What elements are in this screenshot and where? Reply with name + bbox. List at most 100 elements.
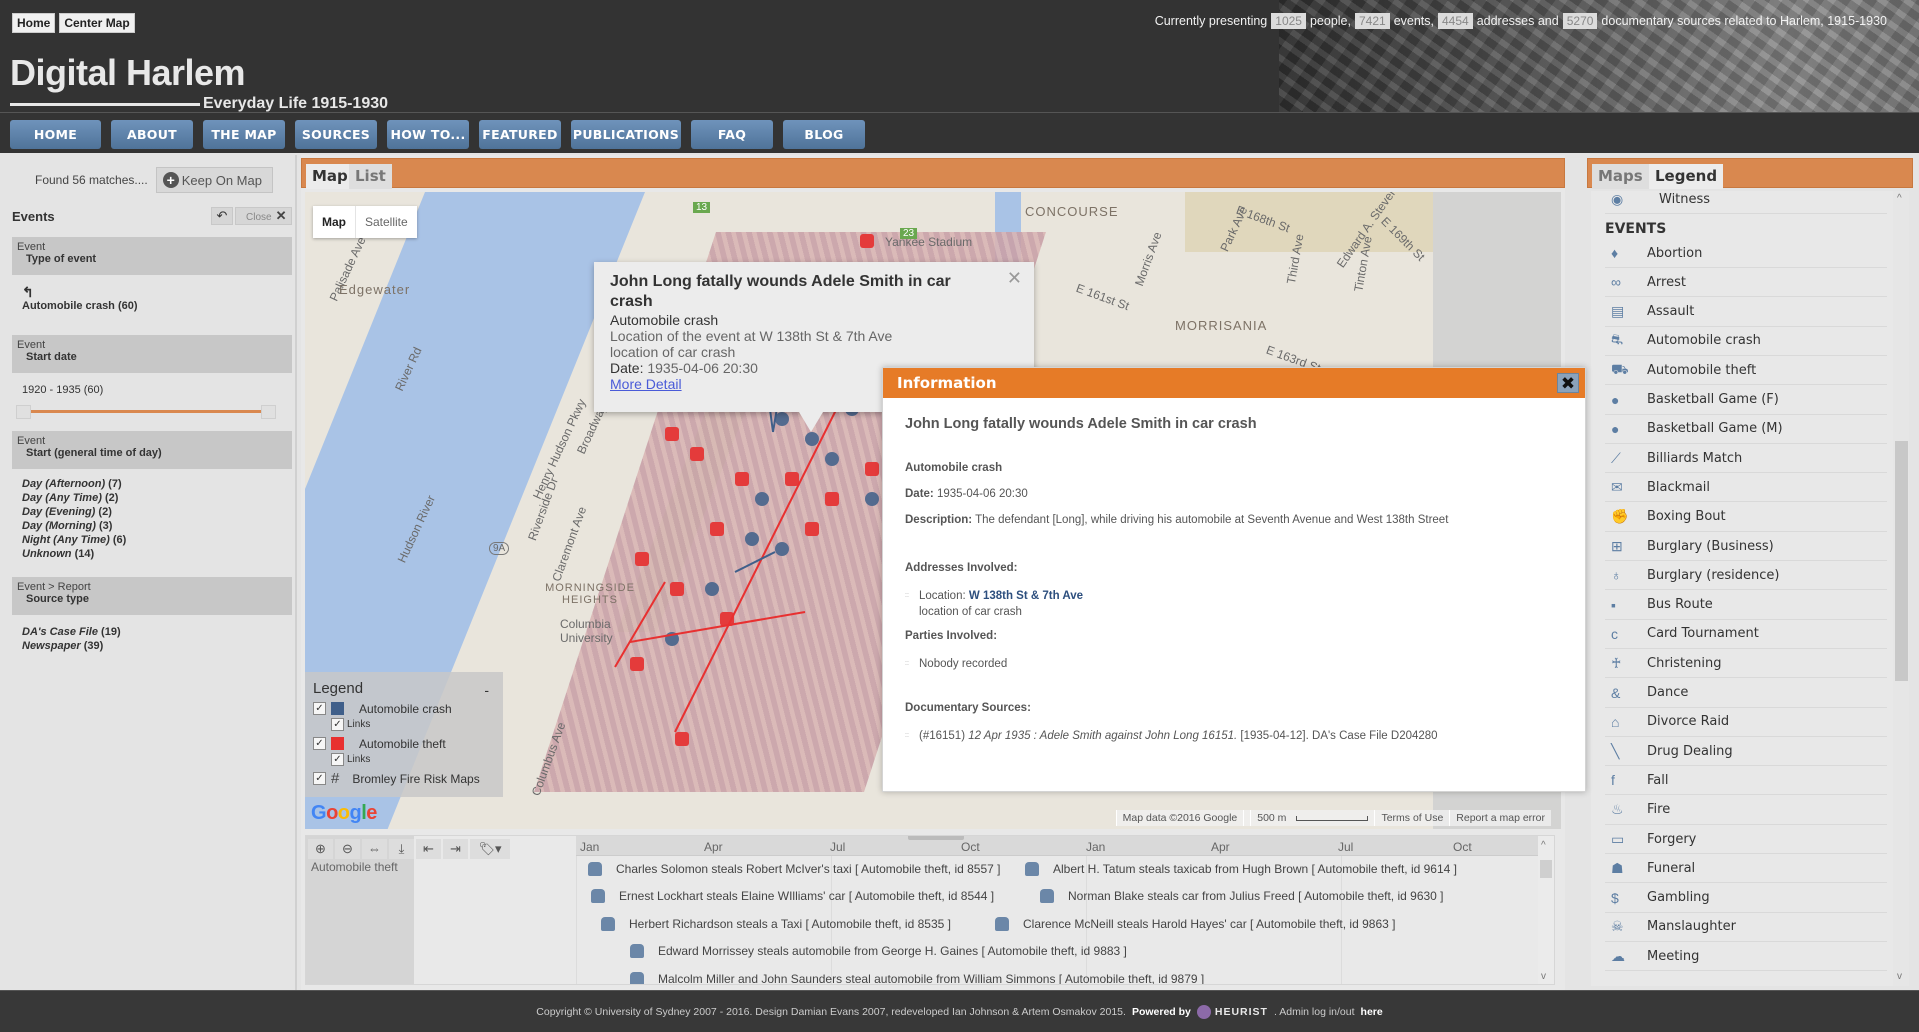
undo-icon[interactable]: ↶ (211, 207, 233, 225)
nav-sources[interactable]: SOURCES (295, 120, 377, 149)
timeline-scrollbar[interactable]: ^ v (1538, 836, 1554, 984)
facet-value[interactable]: Day (Morning) (3) (22, 519, 126, 533)
timeline-axis[interactable]: Jan Apr Jul Oct Jan Apr Jul Oct (576, 836, 1538, 856)
nav-the-map[interactable]: THE MAP (203, 120, 285, 149)
legend-item[interactable]: ⛟ Automobile theft (1605, 356, 1887, 386)
zoom-out-icon[interactable]: ⊖ (335, 839, 360, 859)
tab-map[interactable]: Map (306, 164, 354, 189)
timeline[interactable]: Automobile theft Jan Apr Jul Oct Jan Apr… (305, 835, 1555, 985)
timeline-item[interactable]: Clarence McNeill steals Harold Hayes' ca… (995, 917, 1395, 931)
legend-item[interactable]: $ Gambling (1605, 884, 1887, 913)
scroll-up-icon[interactable]: ^ (1897, 193, 1902, 204)
download-icon[interactable]: ⤓ (389, 839, 414, 859)
legend-item[interactable]: ♦ Abortion (1605, 239, 1887, 268)
slider-min-handle[interactable] (16, 405, 31, 419)
nav-featured[interactable]: FEATURED (479, 120, 561, 149)
legend-item[interactable]: f Fall (1605, 766, 1887, 796)
home-link[interactable]: Home (12, 13, 56, 33)
legend-item[interactable]: ✉ Blackmail (1605, 473, 1887, 503)
facet-value[interactable]: DA's Case File (19) (22, 625, 121, 639)
facet-value[interactable]: Newspaper (39) (22, 639, 121, 653)
scroll-up-icon[interactable]: ^ (1541, 840, 1546, 851)
nav-faq[interactable]: FAQ (691, 120, 773, 149)
slider-max-handle[interactable] (261, 405, 276, 419)
go-start-icon[interactable]: ⇤ (416, 839, 441, 859)
legend-item[interactable]: ☁ Meeting (1605, 942, 1887, 972)
legend-item[interactable]: ● Basketball Game (F) (1605, 386, 1887, 415)
heurist-logo[interactable]: HEURIST (1196, 1004, 1268, 1019)
legend-item[interactable]: ⊞ Burglary (Business) (1605, 532, 1887, 561)
legend-item[interactable]: ● Basketball Game (M) (1605, 415, 1887, 444)
links-checkbox[interactable]: ✓ (331, 752, 344, 766)
tab-list[interactable]: List (349, 164, 392, 189)
legend-item[interactable]: ∞ Arrest (1605, 268, 1887, 298)
layer-checkbox[interactable]: ✓ (313, 772, 326, 785)
legend-item[interactable]: ⛐ Automobile crash (1605, 327, 1887, 356)
keep-on-map-button[interactable]: + Keep On Map (155, 167, 273, 193)
more-detail-link[interactable]: More Detail (610, 376, 682, 392)
map-type-map[interactable]: Map (313, 206, 355, 238)
nav-how-to[interactable]: HOW TO... (387, 120, 469, 149)
scroll-down-icon[interactable]: v (1541, 971, 1546, 982)
legend-item[interactable]: ♰ Christening (1605, 649, 1887, 679)
legend-item[interactable]: ☗ Funeral (1605, 854, 1887, 884)
timeline-item[interactable]: Edward Morrissey steals automobile from … (630, 944, 1127, 958)
timeline-item[interactable]: Albert H. Tatum steals taxicab from Hugh… (1025, 862, 1457, 876)
fit-width-icon[interactable]: ⇔ (362, 839, 387, 859)
layer-checkbox[interactable]: ✓ (313, 702, 326, 715)
legend-item[interactable]: ☠ Manslaughter (1605, 913, 1887, 942)
zoom-in-icon[interactable]: ⊕ (308, 839, 333, 859)
timeline-item[interactable]: Ernest Lockhart steals Elaine WIlliams' … (591, 889, 994, 903)
address-link[interactable]: W 138th St & 7th Ave (969, 590, 1083, 602)
minimize-legend-button[interactable]: - (484, 682, 489, 698)
legend-item[interactable]: ⟋ Billiards Match (1605, 444, 1887, 474)
facet-value[interactable]: Automobile crash (60) (22, 299, 138, 313)
legend-item[interactable]: ▪ Bus Route (1605, 591, 1887, 620)
facet-value[interactable]: Day (Any Time) (2) (22, 491, 126, 505)
timeline-item[interactable]: Herbert Richardson steals a Taxi [ Autom… (601, 917, 951, 931)
admin-login-link[interactable]: here (1361, 1006, 1383, 1018)
timeline-item[interactable]: Malcolm Miller and John Saunders steal a… (630, 972, 1204, 984)
go-end-icon[interactable]: ⇥ (443, 839, 468, 859)
facet-value[interactable]: Day (Evening) (2) (22, 505, 126, 519)
close-icon[interactable]: ✕ (1007, 268, 1022, 289)
timeline-item[interactable]: Charles Solomon steals Robert McIver's t… (588, 862, 1000, 876)
facet-value[interactable]: Unknown (14) (22, 547, 126, 561)
close-facets-button[interactable]: Close ✕ (235, 207, 292, 225)
terms-link[interactable]: Terms of Use (1374, 810, 1449, 826)
tab-maps[interactable]: Maps (1592, 164, 1649, 189)
close-icon[interactable]: ✖ (1557, 373, 1579, 394)
reset-facet-icon[interactable]: ↰ (22, 285, 138, 299)
nav-publications[interactable]: PUBLICATIONS (571, 120, 681, 149)
scroll-down-icon[interactable]: v (1897, 971, 1902, 982)
legend-item[interactable]: ♨ Fire (1605, 796, 1887, 825)
report-error-link[interactable]: Report a map error (1449, 810, 1551, 826)
legend-item[interactable]: ╲ Drug Dealing (1605, 737, 1887, 767)
date-range-slider[interactable] (16, 405, 276, 419)
legend-item[interactable]: ▤ Assault (1605, 298, 1887, 327)
source-item[interactable]: (#16151) 12 Apr 1935 : Adele Smith again… (905, 728, 1563, 744)
legend-item[interactable]: ⌂ Divorce Raid (1605, 708, 1887, 737)
scroll-thumb[interactable] (1540, 860, 1552, 878)
label-tag-icon[interactable]: 🏷▾ (470, 839, 510, 859)
map-type-satellite[interactable]: Satellite (355, 206, 417, 238)
timeline-item[interactable]: Norman Blake steals car from Julius Free… (1040, 889, 1444, 903)
dialog-titlebar[interactable]: Information ✖ (883, 368, 1585, 398)
nav-home[interactable]: HOME (10, 120, 101, 149)
layer-checkbox[interactable]: ✓ (313, 737, 326, 750)
nav-blog[interactable]: BLOG (783, 120, 865, 149)
legend-scrollbar[interactable]: ^ v (1893, 191, 1909, 986)
facet-value[interactable]: Day (Afternoon) (7) (22, 477, 126, 491)
center-map-link[interactable]: Center Map (59, 13, 135, 33)
legend-item[interactable]: ▭ Forgery (1605, 825, 1887, 854)
legend-item[interactable]: & Dance (1605, 679, 1887, 708)
legend-item[interactable]: ♁ Burglary (residence) (1605, 561, 1887, 591)
nav-about[interactable]: ABOUT (111, 120, 193, 149)
facet-value[interactable]: Night (Any Time) (6) (22, 533, 126, 547)
site-logo[interactable]: Digital Harlem Everyday Life 1915-1930 (10, 55, 388, 113)
links-checkbox[interactable]: ✓ (331, 717, 344, 731)
legend-item[interactable]: ✊ Boxing Bout (1605, 503, 1887, 532)
scroll-thumb[interactable] (1895, 441, 1908, 681)
legend-item[interactable]: c Card Tournament (1605, 620, 1887, 649)
timeline-horizontal-scroll[interactable] (908, 836, 964, 840)
